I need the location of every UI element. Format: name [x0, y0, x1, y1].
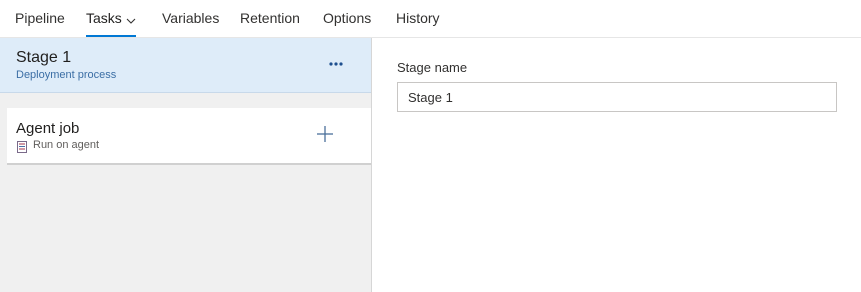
- tab-bar: Pipeline Tasks Variables Retention Optio…: [0, 0, 861, 38]
- tab-retention[interactable]: Retention: [240, 0, 300, 37]
- stage-name-input[interactable]: [397, 82, 837, 112]
- tab-tasks-label: Tasks: [86, 10, 122, 26]
- ellipsis-icon: [325, 60, 347, 77]
- tab-variables[interactable]: Variables: [162, 0, 219, 37]
- stage-subtitle: Deployment process: [16, 69, 117, 81]
- tab-pipeline[interactable]: Pipeline: [15, 0, 65, 37]
- agent-job-card[interactable]: Agent job Run on agent: [7, 108, 371, 165]
- add-task-button[interactable]: [315, 124, 335, 144]
- chevron-down-icon: [126, 1, 136, 37]
- stage-name-label: Stage name: [397, 60, 468, 75]
- stage-title: Stage 1: [16, 49, 72, 66]
- process-panel: Stage 1 Deployment process Agent job Run…: [0, 38, 372, 292]
- agent-job-subtitle: Run on agent: [33, 139, 100, 151]
- stage-header[interactable]: Stage 1 Deployment process: [0, 38, 371, 93]
- tab-history[interactable]: History: [396, 0, 440, 37]
- more-options-button[interactable]: [325, 55, 347, 73]
- agent-job-title: Agent job: [16, 120, 80, 137]
- tab-tasks[interactable]: Tasks: [86, 0, 136, 37]
- plus-icon: [315, 126, 335, 148]
- server-icon: [17, 140, 27, 153]
- tab-options[interactable]: Options: [323, 0, 371, 37]
